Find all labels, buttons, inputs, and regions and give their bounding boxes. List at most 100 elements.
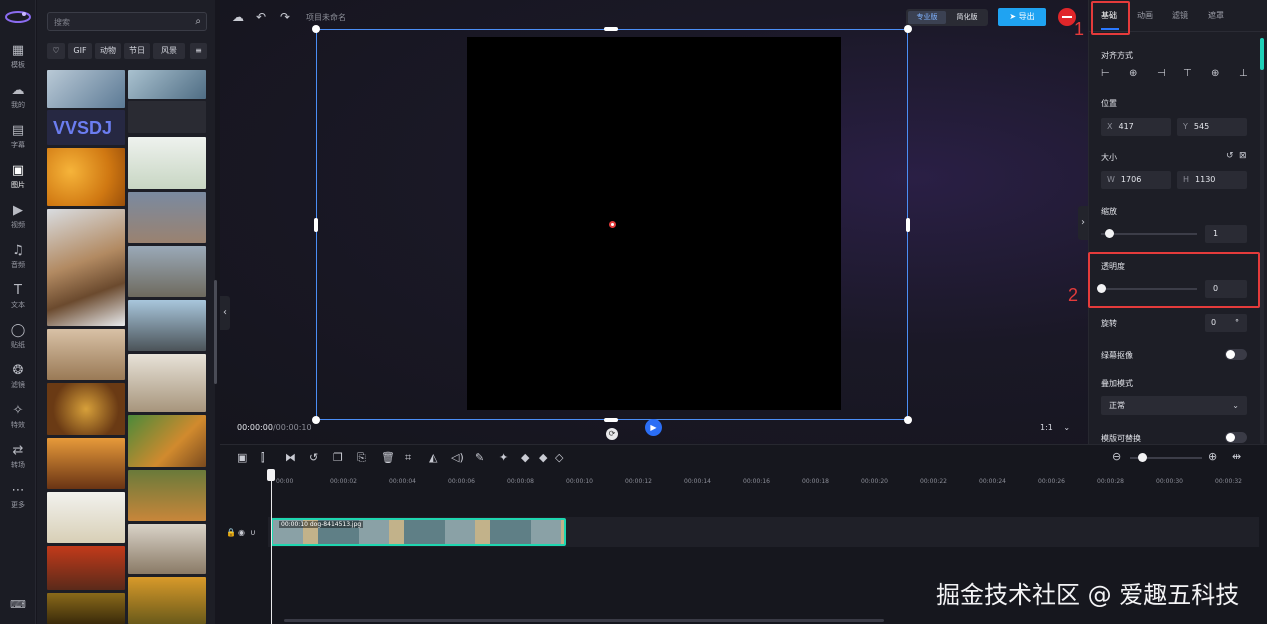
size-w-field[interactable]: W 1706	[1101, 171, 1171, 189]
rotate-icon[interactable]: ↺	[309, 451, 318, 464]
image-thumb[interactable]	[128, 192, 206, 243]
image-thumb[interactable]	[47, 209, 125, 326]
position-y-field[interactable]: Y 545	[1177, 118, 1247, 136]
position-x-field[interactable]: X 417	[1101, 118, 1171, 136]
fit-timeline-icon[interactable]: ⇹	[1232, 450, 1241, 463]
chip-gif[interactable]: GIF	[68, 43, 92, 59]
rail-item-sticker[interactable]: ◯ 贴纸	[0, 320, 36, 356]
replaceable-toggle[interactable]	[1225, 432, 1247, 443]
search-icon[interactable]: ⌕	[195, 16, 201, 27]
resize-handle-top[interactable]	[604, 27, 618, 31]
collapse-left-button[interactable]: ‹	[220, 296, 230, 330]
playhead[interactable]	[267, 469, 275, 624]
eye-icon[interactable]: ◉	[238, 528, 245, 537]
app-logo[interactable]	[4, 8, 32, 26]
lock-icon[interactable]: 🔒	[226, 528, 236, 537]
zoom-out-icon[interactable]: ⊖	[1112, 450, 1121, 463]
flip-icon[interactable]: ⧓	[285, 451, 296, 464]
rail-item-image[interactable]: ▣ 图片	[0, 160, 36, 196]
export-button[interactable]: ➤ 导出	[998, 8, 1046, 26]
image-thumb[interactable]	[47, 383, 125, 435]
reset-icon[interactable]: ↺	[1226, 151, 1234, 161]
cloud-save-icon[interactable]: ☁	[232, 10, 244, 24]
zoom-slider-knob[interactable]	[1138, 453, 1147, 462]
tab-animation[interactable]: 动画	[1137, 10, 1153, 21]
image-thumb[interactable]	[47, 438, 125, 489]
rotate-value-field[interactable]: 0 °	[1205, 314, 1247, 332]
image-thumb[interactable]	[128, 524, 206, 574]
keyboard-icon[interactable]: ⌨	[10, 598, 26, 611]
rail-item-subtitle[interactable]: ▤ 字幕	[0, 120, 36, 156]
add-image-icon[interactable]: ▣	[237, 451, 247, 464]
anchor-point[interactable]	[609, 221, 616, 228]
delete-icon[interactable]: 🗑	[381, 451, 395, 464]
timeline-zoom-slider[interactable]	[1130, 453, 1202, 462]
rotate-handle[interactable]: ⟳	[606, 428, 618, 440]
image-thumb[interactable]	[47, 329, 125, 380]
chip-festival[interactable]: 节日	[124, 43, 150, 59]
tab-filter[interactable]: 滤镜	[1172, 10, 1188, 21]
mode-simple-button[interactable]: 简化版	[948, 11, 986, 24]
greenscreen-toggle[interactable]	[1225, 349, 1247, 360]
resize-handle-bl[interactable]	[312, 416, 320, 424]
props-scrollbar[interactable]	[1260, 38, 1264, 70]
scale-slider-knob[interactable]	[1105, 229, 1114, 238]
rail-item-more[interactable]: ⋯ 更多	[0, 480, 36, 516]
magnet-icon[interactable]: ∪	[250, 528, 256, 537]
play-button[interactable]: ▶	[645, 419, 662, 436]
rail-item-template[interactable]: ▦ 模板	[0, 40, 36, 76]
fill-icon[interactable]: ◭	[429, 451, 437, 464]
keyframe-next-icon[interactable]: ◇	[555, 451, 563, 464]
undo-icon[interactable]: ↶	[256, 10, 266, 24]
keyframe-add-icon[interactable]: ◆	[521, 451, 529, 464]
replace-icon[interactable]: ⎘	[357, 451, 366, 465]
redo-icon[interactable]: ↷	[280, 10, 290, 24]
size-h-field[interactable]: H 1130	[1177, 171, 1247, 189]
timeline-clip[interactable]: 00:00:10 dog-8414513.jpg	[271, 518, 566, 546]
library-scrollbar[interactable]	[214, 280, 217, 384]
crop-icon[interactable]: ⌗	[405, 451, 411, 465]
chip-menu[interactable]: ≡	[190, 43, 207, 59]
image-thumb[interactable]: VVSDJ	[47, 110, 125, 145]
duplicate-icon[interactable]: ❐	[333, 451, 343, 464]
rail-item-video[interactable]: ▶ 视频	[0, 200, 36, 236]
lock-ratio-icon[interactable]: ⊠	[1239, 151, 1247, 161]
scale-value-field[interactable]: 1	[1205, 225, 1247, 243]
eraser-icon[interactable]: ✎	[475, 451, 484, 464]
image-thumb[interactable]	[128, 70, 206, 99]
rail-item-filter[interactable]: ❂ 滤镜	[0, 360, 36, 396]
image-thumb[interactable]	[128, 577, 206, 624]
align-top-icon[interactable]: ⊤	[1183, 68, 1192, 79]
align-bottom-icon[interactable]: ⊥	[1239, 68, 1248, 79]
rail-item-transition[interactable]: ⇄ 转场	[0, 440, 36, 476]
align-left-icon[interactable]: ⊢	[1101, 68, 1110, 79]
image-thumb[interactable]	[47, 492, 125, 543]
project-name[interactable]: 项目未命名	[306, 12, 346, 23]
blend-mode-select[interactable]: 正常 ⌄	[1101, 396, 1247, 415]
timeline-hscrollbar[interactable]	[284, 619, 884, 622]
align-hcenter-icon[interactable]: ⊕	[1129, 68, 1137, 79]
rail-item-effect[interactable]: ✧ 特效	[0, 400, 36, 436]
favorite-chip[interactable]: ♡	[47, 43, 65, 59]
search-input[interactable]: 搜索 ⌕	[47, 12, 207, 31]
image-thumb[interactable]	[47, 593, 125, 624]
timeline-ruler[interactable]: 00:00 00:00:02 00:00:04 00:00:06 00:00:0…	[272, 473, 1262, 487]
scale-slider[interactable]	[1101, 229, 1197, 238]
image-thumb[interactable]	[47, 546, 125, 590]
align-vcenter-icon[interactable]: ⊕	[1211, 68, 1219, 79]
ratio-select[interactable]: 1:1 ⌄	[1040, 423, 1070, 432]
split-icon[interactable]: ⫿	[261, 451, 265, 465]
resize-handle-left[interactable]	[314, 218, 318, 232]
image-thumb[interactable]	[128, 246, 206, 297]
resize-handle-tl[interactable]	[312, 25, 320, 33]
collapse-right-button[interactable]: ›	[1078, 206, 1088, 240]
resize-handle-br[interactable]	[904, 416, 912, 424]
image-thumb[interactable]	[128, 415, 206, 467]
resize-handle-right[interactable]	[906, 218, 910, 232]
rail-item-audio[interactable]: ♫ 音频	[0, 240, 36, 276]
image-thumb[interactable]	[47, 70, 125, 108]
image-thumb[interactable]	[128, 300, 206, 351]
image-thumb[interactable]	[128, 354, 206, 412]
image-thumb[interactable]	[128, 101, 206, 133]
image-thumb[interactable]	[128, 470, 206, 521]
